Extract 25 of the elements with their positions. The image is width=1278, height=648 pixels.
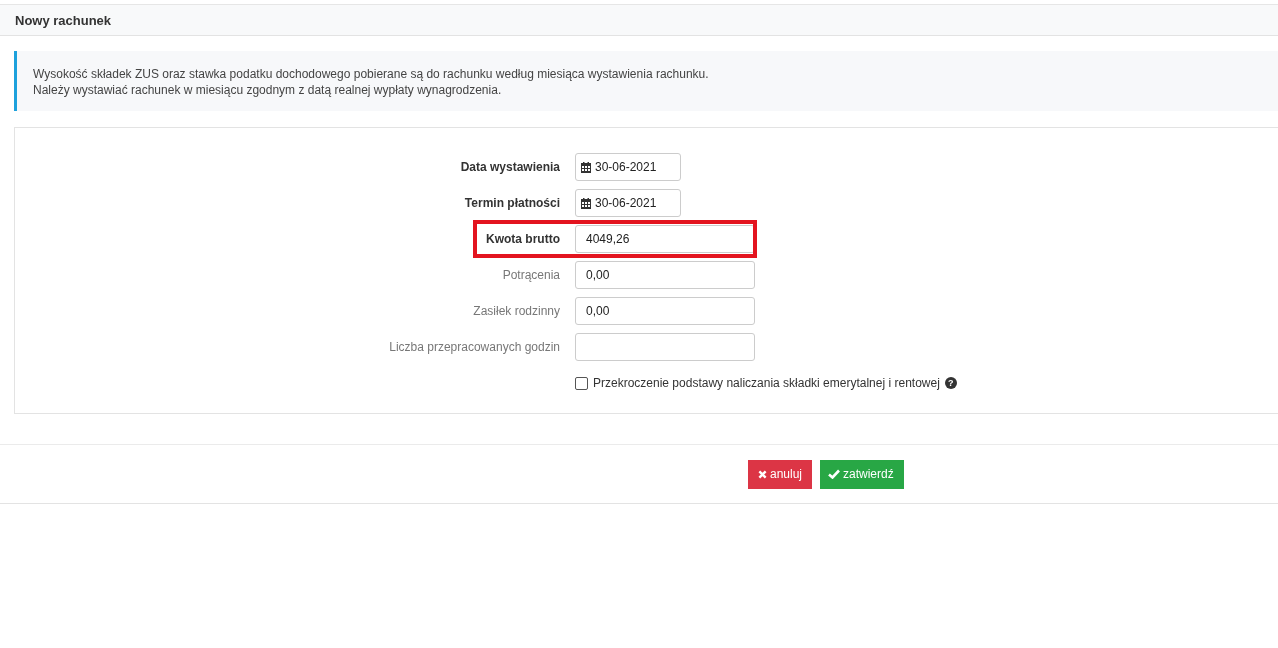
check-icon (828, 469, 841, 479)
field-label: Zasiłek rodzinny (473, 304, 560, 318)
checkbox[interactable] (575, 376, 588, 390)
calendar-icon (581, 197, 591, 209)
date-value: 30-06-2021 (595, 196, 657, 210)
calendar-icon (581, 161, 591, 173)
field-label: Data wystawienia (460, 160, 560, 174)
cancel-button[interactable]: anuluj (748, 459, 813, 489)
date-field[interactable]: 30-06-2021 (575, 153, 681, 181)
field-label: Liczba przepracowanych godzin (389, 340, 560, 354)
date-field[interactable]: 30-06-2021 (575, 189, 681, 217)
alert-text: Należy wystawiać rachunek w miesiącu zgodnym z datą realnej wypłaty wynagrodzenia. (33, 82, 503, 98)
date-value: 30-06-2021 (595, 160, 657, 174)
input-field[interactable]: 4049,26 (575, 225, 755, 253)
field-label: Potrącenia (502, 268, 560, 282)
input-field[interactable] (575, 333, 755, 361)
page-title: Nowy rachunek (15, 12, 112, 28)
alert-text: Wysokość składek ZUS oraz stawka podatku dochodowego pobierane są do rachunku według miesiąca wystawienia rachunku. (33, 66, 710, 82)
help-icon[interactable]: ? (944, 377, 957, 389)
input-field[interactable]: 0,00 (575, 261, 755, 289)
close-icon (758, 469, 767, 479)
field-label: Kwota brutto (486, 232, 560, 246)
checkbox-label[interactable]: Przekroczenie podstawy naliczania składki emerytalnej i rentowej (593, 376, 940, 390)
field-label: Termin płatności (464, 196, 560, 210)
input-field[interactable]: 0,00 (575, 297, 755, 325)
